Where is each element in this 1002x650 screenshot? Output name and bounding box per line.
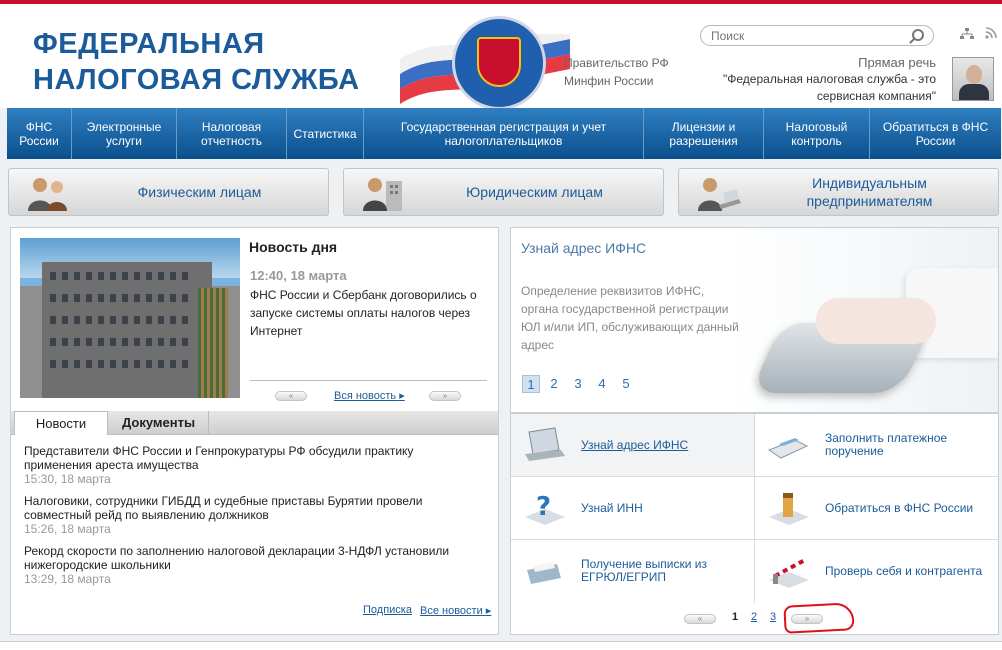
gov-link-government[interactable]: Правительство РФ [564, 54, 669, 72]
news-item-time: 15:26, 18 марта [24, 522, 111, 536]
promo-page-2[interactable]: 2 [545, 375, 563, 393]
question-icon: ? [525, 492, 565, 525]
tab-documents[interactable]: Документы [109, 411, 209, 435]
people-icon [28, 178, 67, 211]
promo-banner[interactable]: Узнай адрес ИФНС Определение реквизитов … [510, 227, 999, 413]
news-item-time: 15:30, 18 марта [24, 472, 111, 486]
hand-graphic [816, 298, 936, 344]
nav-item-statistics[interactable]: Статистика [287, 108, 364, 159]
direct-speech-label: Прямая речь [858, 55, 936, 70]
printer-icon [527, 562, 561, 584]
fns-emblem-icon[interactable] [452, 16, 546, 110]
news-tabs: Новости Документы [11, 411, 498, 435]
category-individuals-label: Физическим лицам [137, 184, 262, 200]
annotation-circle [783, 602, 855, 634]
main-nav: ФНС России Электронные услуги Налоговая … [7, 108, 1001, 159]
service-label: Получение выписки из ЕГРЮЛ/ЕГРИП [581, 557, 707, 584]
avatar[interactable] [952, 57, 994, 101]
news-day-divider [250, 380, 487, 381]
news-day-prev-button[interactable]: « [275, 391, 307, 401]
news-day-photo[interactable] [20, 238, 240, 398]
all-news-link[interactable]: Все новости ▸ [420, 604, 491, 617]
service-find-inn[interactable]: ? Узнай ИНН [511, 477, 755, 540]
site-header: ФЕДЕРАЛЬНАЯ НАЛОГОВАЯ СЛУЖБА Правительст… [0, 4, 1002, 110]
gov-links: Правительство РФ Минфин России [564, 54, 669, 90]
category-legal-label: Юридическим лицам [466, 184, 603, 200]
service-payment-order[interactable]: Заполнить платежное поручение [755, 414, 999, 477]
search-input[interactable] [700, 25, 934, 46]
nav-item-fns[interactable]: ФНС России [7, 108, 72, 159]
pen-icon [769, 493, 809, 525]
news-item-time: 13:29, 18 марта [24, 572, 111, 586]
service-contact-fns[interactable]: Обратиться в ФНС России [755, 477, 999, 540]
promo-page-3[interactable]: 3 [569, 375, 587, 393]
list-item[interactable]: Налоговики, сотрудники ГИБДД и судебные … [24, 494, 484, 536]
search-icon[interactable] [912, 29, 924, 41]
news-day-all-label: Вся новость [334, 390, 397, 402]
news-day-all-link[interactable]: Вся новость ▸ [334, 389, 405, 402]
news-day-text[interactable]: ФНС России и Сбербанк договорились о зап… [250, 286, 490, 340]
rss-icon[interactable] [985, 27, 997, 41]
service-label: Узнай адрес ИФНС [581, 437, 689, 452]
nav-item-e-services[interactable]: Электронные услуги [72, 108, 177, 159]
service-egrul-extract[interactable]: Получение выписки из ЕГРЮЛ/ЕГРИП [511, 540, 755, 603]
category-individuals-button[interactable]: Физическим лицам [8, 168, 329, 216]
bottom-strip [0, 641, 1002, 650]
service-label: Заполнить платежное поручение [825, 431, 948, 458]
calculator-icon [767, 438, 809, 459]
news-day-next-button[interactable]: » [429, 391, 461, 401]
category-entrepreneurs-button[interactable]: Индивидуальным предпринимателям [678, 168, 999, 216]
category-entrepreneurs-label: Индивидуальным предпринимателям [806, 175, 933, 209]
news-list: Представители ФНС России и Генпрокуратур… [24, 444, 484, 594]
promo-page-5[interactable]: 5 [617, 375, 635, 393]
subscribe-link[interactable]: Подписка [363, 604, 412, 616]
brand-line-2: НАЛОГОВАЯ СЛУЖБА [33, 64, 360, 96]
nav-item-tax-control[interactable]: Налоговый контроль [764, 108, 870, 159]
news-day-title: Новость дня [249, 239, 338, 255]
category-legal-button[interactable]: Юридическим лицам [343, 168, 664, 216]
list-item[interactable]: Представители ФНС России и Генпрокуратур… [24, 444, 484, 486]
service-label: Проверь себя и контрагента [825, 563, 983, 578]
arrow-right-icon: ▸ [399, 390, 405, 402]
promo-description: Определение реквизитов ИФНС, органа госу… [521, 284, 739, 352]
arrow-right-icon: ▸ [485, 605, 492, 617]
site-logo-text[interactable]: ФЕДЕРАЛЬНАЯ НАЛОГОВАЯ СЛУЖБА [33, 26, 360, 98]
promo-page-4[interactable]: 4 [593, 375, 611, 393]
services-page-1[interactable]: 1 [732, 611, 738, 623]
tab-news[interactable]: Новости [14, 411, 108, 435]
sitemap-icon[interactable] [960, 28, 974, 39]
gov-link-minfin[interactable]: Минфин России [564, 72, 669, 90]
services-page-2[interactable]: 2 [751, 611, 757, 623]
news-item-text[interactable]: Налоговики, сотрудники ГИБДД и судебные … [24, 494, 484, 522]
entrepreneur-laptop-icon [698, 178, 741, 211]
promo-title: Узнай адрес ИФНС [521, 240, 647, 256]
service-label: Обратиться в ФНС России [825, 500, 974, 515]
news-item-text[interactable]: Рекорд скорости по заполнению налоговой … [24, 544, 484, 572]
laptop-icon [525, 427, 565, 461]
service-find-ifns[interactable]: Узнай адрес ИФНС [511, 414, 755, 477]
barrier-icon [769, 558, 809, 588]
brand-line-1: ФЕДЕРАЛЬНАЯ [33, 28, 265, 60]
direct-speech-quote[interactable]: "Федеральная налоговая служба - это серв… [696, 71, 936, 105]
svg-text:?: ? [536, 492, 551, 522]
nav-item-registration[interactable]: Государственная регистрация и учет налог… [364, 108, 644, 159]
news-item-text[interactable]: Представители ФНС России и Генпрокуратур… [24, 444, 484, 472]
nav-item-reporting[interactable]: Налоговая отчетность [177, 108, 287, 159]
promo-page-1[interactable]: 1 [522, 375, 540, 393]
services-grid: Узнай адрес ИФНС Заполнить платежное пор… [510, 413, 999, 635]
services-prev-button[interactable]: « [684, 614, 716, 624]
service-check-counterparty[interactable]: Проверь себя и контрагента [755, 540, 999, 603]
businessman-building-icon [363, 178, 402, 211]
all-news-label: Все новости [420, 605, 483, 617]
list-item[interactable]: Рекорд скорости по заполнению налоговой … [24, 544, 484, 586]
direct-speech[interactable]: Прямая речь "Федеральная налоговая служб… [696, 54, 936, 105]
nav-item-licenses[interactable]: Лицензии и разрешения [644, 108, 764, 159]
service-label: Узнай ИНН [581, 500, 643, 515]
news-day-time: 12:40, 18 марта [250, 268, 347, 283]
nav-item-contact[interactable]: Обратиться в ФНС России [870, 108, 1001, 159]
services-page-3[interactable]: 3 [770, 611, 776, 623]
